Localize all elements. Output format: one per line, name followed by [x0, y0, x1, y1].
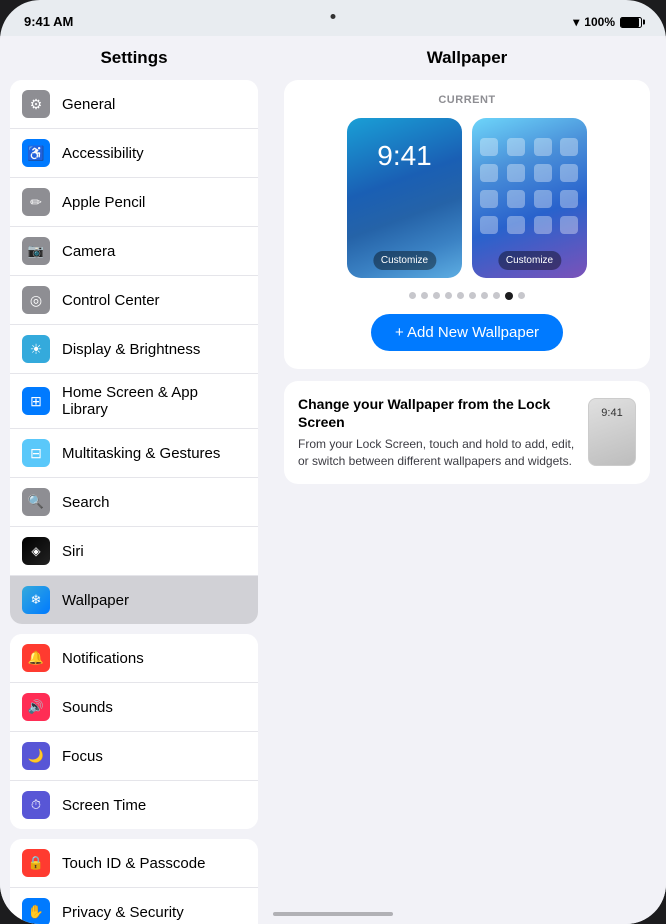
focus-icon: 🌙: [22, 742, 50, 770]
dot-4[interactable]: [445, 292, 452, 299]
accessibility-icon: ♿: [22, 139, 50, 167]
dot-7[interactable]: [481, 292, 488, 299]
privacy-label: Privacy & Security: [62, 904, 246, 921]
pencil-icon: ✏: [22, 188, 50, 216]
homescreen-icon: ⊞: [22, 387, 50, 415]
dots-row: [298, 292, 636, 300]
home-indicator: [273, 912, 393, 916]
notifications-icon: 🔔: [22, 644, 50, 672]
battery-fill: [621, 18, 639, 27]
control-label: Control Center: [62, 292, 246, 309]
sidebar-title: Settings: [0, 44, 268, 80]
notifications-label: Notifications: [62, 650, 246, 667]
sounds-label: Sounds: [62, 699, 246, 716]
siri-icon: ◈: [22, 537, 50, 565]
dot-3[interactable]: [433, 292, 440, 299]
search-label: Search: [62, 494, 246, 511]
dot-10[interactable]: [518, 292, 525, 299]
sidebar-group-2: 🔔 Notifications 🔊 Sounds 🌙: [10, 634, 258, 829]
main-layout: Settings ⚙ General ♿ Accessibility: [0, 36, 666, 924]
siri-label: Siri: [62, 543, 246, 560]
general-icon: ⚙: [22, 90, 50, 118]
lock-screen-preview[interactable]: 9:41 Customize: [347, 118, 462, 278]
status-right: ▾ 100%: [573, 15, 642, 29]
sidebar-item-control-center[interactable]: ◎ Control Center: [10, 276, 258, 325]
accessibility-label: Accessibility: [62, 145, 246, 162]
home-icons-grid: [480, 138, 579, 234]
search-icon: 🔍: [22, 488, 50, 516]
pencil-label: Apple Pencil: [62, 194, 246, 211]
sidebar-item-touchid[interactable]: 🔒 Touch ID & Passcode: [10, 839, 258, 888]
status-bar: 9:41 AM ▾ 100%: [0, 0, 666, 36]
home-customize-btn[interactable]: Customize: [498, 251, 561, 270]
tip-title: Change your Wallpaper from the Lock Scre…: [298, 395, 576, 431]
general-label: General: [62, 96, 246, 113]
sidebar-item-sounds[interactable]: 🔊 Sounds: [10, 683, 258, 732]
battery-icon: [620, 17, 642, 28]
sidebar-item-wallpaper[interactable]: ❄ Wallpaper: [10, 576, 258, 624]
focus-label: Focus: [62, 748, 246, 765]
touchid-icon: 🔒: [22, 849, 50, 877]
screentime-label: Screen Time: [62, 797, 246, 814]
multitasking-icon: ⊟: [22, 439, 50, 467]
control-center-icon: ◎: [22, 286, 50, 314]
sidebar-item-homescreen[interactable]: ⊞ Home Screen & App Library: [10, 374, 258, 429]
camera-label: Camera: [62, 243, 246, 260]
sidebar-item-apple-pencil[interactable]: ✏ Apple Pencil: [10, 178, 258, 227]
homescreen-label: Home Screen & App Library: [62, 384, 246, 418]
sidebar-item-accessibility[interactable]: ♿ Accessibility: [10, 129, 258, 178]
dot-6[interactable]: [469, 292, 476, 299]
wallpaper-label: Wallpaper: [62, 592, 246, 609]
dot-2[interactable]: [421, 292, 428, 299]
tip-card: Change your Wallpaper from the Lock Scre…: [284, 381, 650, 484]
sidebar-item-display[interactable]: ☀ Display & Brightness: [10, 325, 258, 374]
sidebar-item-multitasking[interactable]: ⊟ Multitasking & Gestures: [10, 429, 258, 478]
dot-1[interactable]: [409, 292, 416, 299]
content-area: Wallpaper CURRENT 9:41 Customize: [268, 36, 666, 924]
sidebar-item-privacy[interactable]: ✋ Privacy & Security: [10, 888, 258, 924]
sidebar-scroll[interactable]: Settings ⚙ General ♿ Accessibility: [0, 44, 268, 924]
sidebar-group-3: 🔒 Touch ID & Passcode ✋ Privacy & Securi…: [10, 839, 258, 924]
display-icon: ☀: [22, 335, 50, 363]
wallpaper-card: CURRENT 9:41 Customize: [284, 80, 650, 369]
wallpaper-icon: ❄: [22, 586, 50, 614]
dot-9[interactable]: [505, 292, 513, 300]
status-time: 9:41 AM: [24, 13, 73, 31]
sidebar-item-screentime[interactable]: ⏱ Screen Time: [10, 781, 258, 829]
add-wallpaper-label: + Add New Wallpaper: [395, 324, 539, 341]
tip-thumb-time: 9:41: [601, 407, 622, 419]
sidebar-item-siri[interactable]: ◈ Siri: [10, 527, 258, 576]
home-screen-preview[interactable]: Customize: [472, 118, 587, 278]
tip-thumbnail: 9:41: [588, 398, 636, 466]
sounds-icon: 🔊: [22, 693, 50, 721]
camera-icon: 📷: [22, 237, 50, 265]
sidebar-group-1: ⚙ General ♿ Accessibility ✏: [10, 80, 258, 624]
device-frame: 9:41 AM ▾ 100% Settings ⚙ Genera: [0, 0, 666, 924]
touchid-label: Touch ID & Passcode: [62, 855, 246, 872]
sidebar-item-notifications[interactable]: 🔔 Notifications: [10, 634, 258, 683]
lock-customize-btn[interactable]: Customize: [373, 251, 436, 270]
sidebar-item-camera[interactable]: 📷 Camera: [10, 227, 258, 276]
current-label: CURRENT: [298, 94, 636, 106]
battery-level: 100%: [584, 15, 615, 29]
wifi-icon: ▾: [573, 15, 579, 29]
display-label: Display & Brightness: [62, 341, 246, 358]
sidebar[interactable]: Settings ⚙ General ♿ Accessibility: [0, 36, 268, 924]
sidebar-item-general[interactable]: ⚙ General: [10, 80, 258, 129]
add-wallpaper-button[interactable]: + Add New Wallpaper: [371, 314, 563, 351]
wallpaper-previews: 9:41 Customize: [298, 118, 636, 278]
tip-text-area: Change your Wallpaper from the Lock Scre…: [298, 395, 576, 470]
lock-time: 9:41: [377, 140, 432, 172]
sidebar-item-search[interactable]: 🔍 Search: [10, 478, 258, 527]
tip-description: From your Lock Screen, touch and hold to…: [298, 436, 576, 470]
content-title: Wallpaper: [284, 44, 650, 80]
privacy-icon: ✋: [22, 898, 50, 924]
dot-8[interactable]: [493, 292, 500, 299]
dot-5[interactable]: [457, 292, 464, 299]
screentime-icon: ⏱: [22, 791, 50, 819]
multitasking-label: Multitasking & Gestures: [62, 445, 246, 462]
sidebar-item-focus[interactable]: 🌙 Focus: [10, 732, 258, 781]
